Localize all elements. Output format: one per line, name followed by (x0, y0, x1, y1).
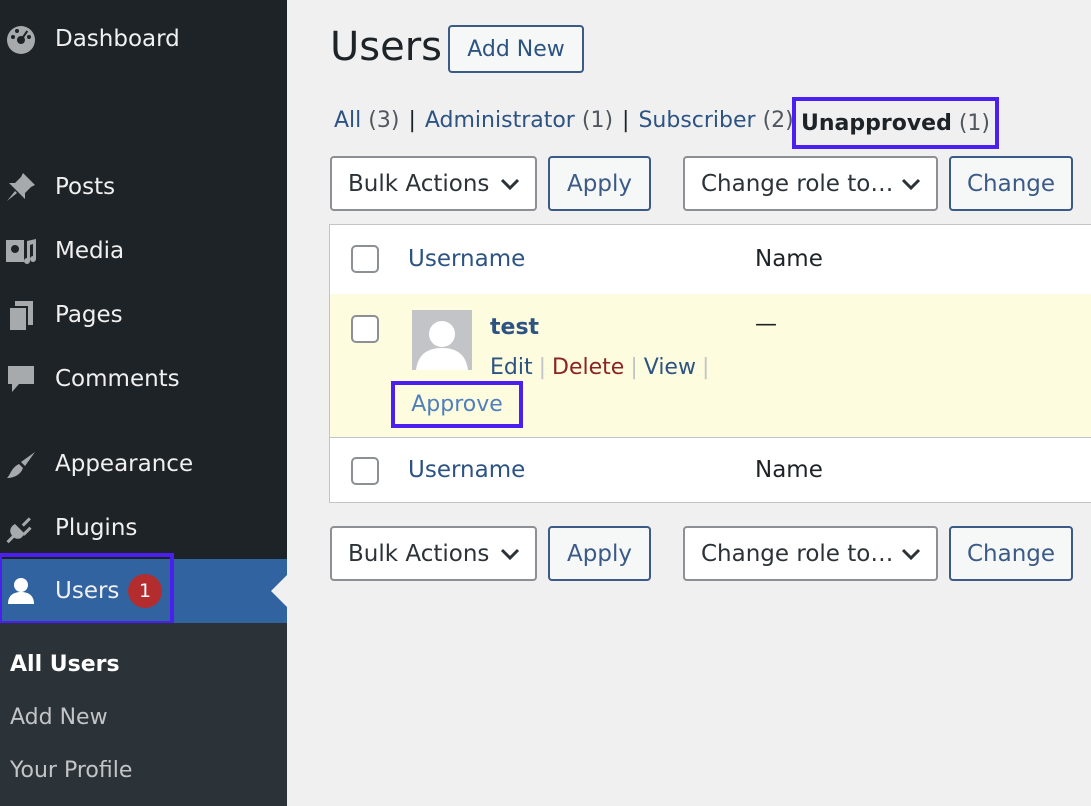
sidebar-item-users[interactable]: Users 1 (0, 553, 287, 625)
sidebar-item-comments[interactable]: Comments (0, 349, 287, 409)
pending-count-badge: 1 (128, 574, 162, 608)
approve-link[interactable]: Approve (391, 381, 523, 428)
select-all-checkbox[interactable] (351, 457, 379, 485)
chevron-down-icon (901, 548, 921, 560)
view-link[interactable]: View (644, 355, 696, 380)
filter-unapproved-label: Unapproved (800, 110, 952, 136)
row-checkbox[interactable] (351, 315, 379, 343)
media-icon (4, 234, 38, 268)
sidebar-item-label: Media (55, 238, 125, 264)
filter-unapproved[interactable]: Unapproved (1) (792, 97, 999, 149)
sidebar-item-pages[interactable]: Pages (0, 285, 287, 345)
submenu-your-profile[interactable]: Your Profile (10, 758, 132, 783)
bulk-actions-select-top[interactable]: Bulk Actions (330, 156, 537, 211)
apply-button-top[interactable]: Apply (548, 156, 651, 211)
chevron-down-icon (901, 178, 921, 190)
name-cell: — (755, 312, 777, 337)
column-username[interactable]: Username (408, 457, 525, 483)
chevron-down-icon (500, 548, 520, 560)
sidebar-item-appearance[interactable]: Appearance (0, 434, 287, 494)
user-icon (4, 574, 38, 608)
column-name: Name (755, 457, 823, 483)
add-new-user-button[interactable]: Add New (448, 25, 584, 73)
column-username[interactable]: Username (408, 246, 525, 272)
column-name: Name (755, 246, 823, 272)
comment-icon (4, 362, 38, 396)
table-footer: Username Name (330, 437, 1091, 504)
sidebar-item-label: Dashboard (55, 26, 180, 52)
pin-icon (4, 170, 38, 204)
page-title: Users (330, 24, 443, 70)
change-role-select-bottom[interactable]: Change role to… (683, 526, 938, 581)
sidebar-item-posts[interactable]: Posts (0, 157, 287, 217)
table-header: Username Name (330, 225, 1091, 295)
sidebar-item-label: Appearance (55, 451, 194, 477)
submenu-all-users[interactable]: All Users (10, 652, 120, 677)
apply-button-bottom[interactable]: Apply (548, 526, 651, 581)
username-link[interactable]: test (490, 315, 539, 340)
filter-administrator[interactable]: Administrator (1) (425, 108, 613, 133)
change-role-button-top[interactable]: Change (949, 156, 1073, 211)
dashboard-icon (4, 22, 38, 56)
avatar (412, 310, 472, 370)
sidebar-item-media[interactable]: Media (0, 221, 287, 281)
edit-link[interactable]: Edit (490, 355, 533, 380)
submenu-add-new[interactable]: Add New (10, 705, 108, 730)
filter-separator: | (408, 108, 416, 133)
select-all-checkbox[interactable] (351, 245, 379, 273)
filter-subscriber[interactable]: Subscriber (2) (638, 108, 793, 133)
chevron-down-icon (500, 178, 520, 190)
pages-icon (4, 298, 38, 332)
delete-link[interactable]: Delete (552, 355, 624, 380)
filter-unapproved-count: (1) (958, 110, 990, 136)
plug-icon (4, 511, 38, 545)
change-role-select-top[interactable]: Change role to… (683, 156, 938, 211)
select-label: Bulk Actions (348, 540, 490, 567)
sidebar-item-dashboard[interactable]: Dashboard (0, 9, 287, 69)
select-label: Change role to… (701, 540, 894, 567)
filter-separator: | (622, 108, 630, 133)
user-role-filters: All (3) | Administrator (1) | Subscriber (2) (334, 108, 794, 133)
sidebar-item-label: Pages (55, 302, 123, 328)
table-row: test Edit | Delete | View | Approve — (330, 294, 1091, 437)
admin-sidebar: Dashboard Posts Media Pages Comments App… (0, 0, 287, 806)
users-submenu: All Users Add New Your Profile (0, 623, 287, 806)
bulk-actions-select-bottom[interactable]: Bulk Actions (330, 526, 537, 581)
select-label: Bulk Actions (348, 170, 490, 197)
sidebar-item-label: Posts (55, 174, 116, 200)
active-menu-arrow (271, 575, 287, 607)
row-actions: Edit | Delete | View | (490, 355, 710, 380)
sidebar-item-plugins[interactable]: Plugins (0, 498, 287, 558)
sidebar-item-label: Users (55, 578, 120, 604)
sidebar-item-label: Plugins (55, 515, 138, 541)
users-table: Username Name test Edit | Delete | View | App… (329, 224, 1091, 503)
sidebar-item-label: Comments (55, 366, 180, 392)
filter-all[interactable]: All (3) (334, 108, 399, 133)
select-label: Change role to… (701, 170, 894, 197)
change-role-button-bottom[interactable]: Change (949, 526, 1073, 581)
brush-icon (4, 447, 38, 481)
